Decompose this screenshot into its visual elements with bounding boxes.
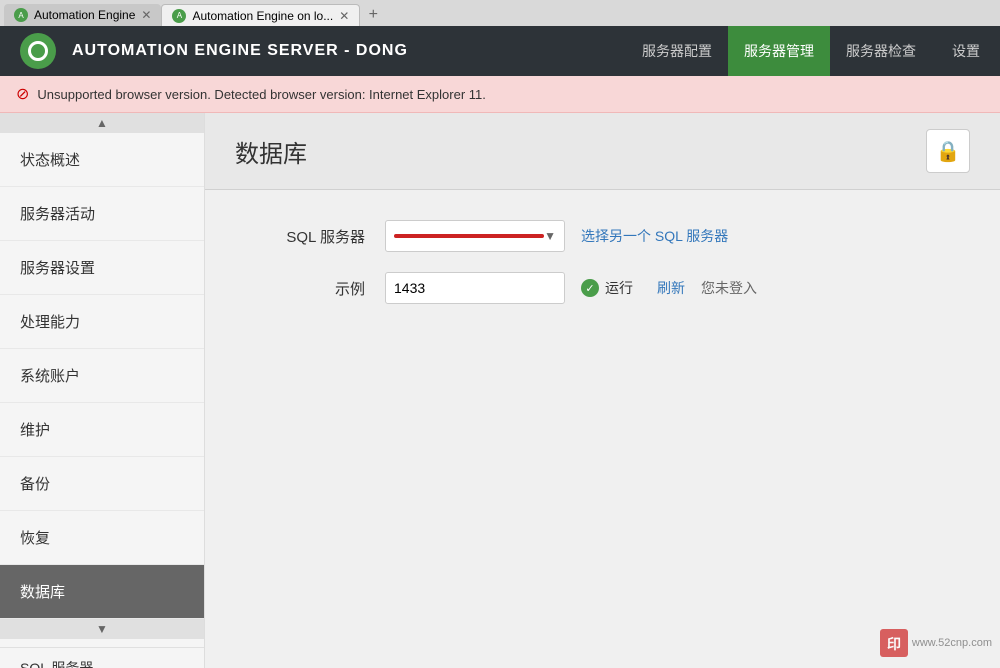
sql-server-control: ▼ 选择另一个 SQL 服务器	[385, 220, 728, 252]
main-layout: ▲ 状态概述 服务器活动 服务器设置 处理能力 系统账户 维护 备份 恢复 数据…	[0, 113, 1000, 668]
browser-tab-1[interactable]: A Automation Engine ✕	[4, 4, 161, 26]
tab1-label: Automation Engine	[34, 8, 135, 22]
instance-input[interactable]	[385, 272, 565, 304]
sidebar: ▲ 状态概述 服务器活动 服务器设置 处理能力 系统账户 维护 备份 恢复 数据…	[0, 113, 205, 668]
content-title: 数据库	[235, 134, 307, 169]
new-tab-button[interactable]: +	[360, 4, 386, 26]
form-area: SQL 服务器 ▼ 选择另一个 SQL 服务器 示例 ✓ 运行	[205, 190, 1000, 354]
app-logo	[20, 33, 56, 69]
svg-text:印: 印	[887, 636, 901, 652]
running-label: 运行	[605, 278, 633, 298]
app-title: AUTOMATION ENGINE SERVER - DONG	[72, 42, 626, 60]
browser-tab-2[interactable]: A Automation Engine on lo... ✕	[161, 4, 360, 26]
lock-button[interactable]: 🔒	[926, 129, 970, 173]
sql-server-row: SQL 服务器 ▼ 选择另一个 SQL 服务器	[245, 220, 960, 252]
watermark: 印 www.52cnp.com	[880, 629, 992, 657]
nav-item-server-check[interactable]: 服务器检查	[830, 26, 932, 76]
sql-server-select-value	[394, 234, 544, 238]
sidebar-scroll-down[interactable]: ▼	[0, 619, 204, 639]
tab2-close[interactable]: ✕	[339, 9, 349, 23]
sidebar-scroll-up[interactable]: ▲	[0, 113, 204, 133]
watermark-logo-icon: 印	[880, 629, 908, 657]
status-running: ✓ 运行	[581, 278, 633, 298]
instance-label: 示例	[245, 278, 365, 299]
nav-item-server-mgmt[interactable]: 服务器管理	[728, 26, 830, 76]
tab2-label: Automation Engine on lo...	[192, 9, 333, 23]
sidebar-item-server-settings[interactable]: 服务器设置	[0, 241, 204, 295]
refresh-button[interactable]: 刷新	[657, 278, 685, 298]
tab1-close[interactable]: ✕	[141, 8, 151, 22]
sidebar-item-backup[interactable]: 备份	[0, 457, 204, 511]
app-logo-inner	[28, 41, 48, 61]
sidebar-item-system-accounts[interactable]: 系统账户	[0, 349, 204, 403]
nav-item-server-config[interactable]: 服务器配置	[626, 26, 728, 76]
content-header: 数据库 🔒	[205, 113, 1000, 190]
instance-row: 示例 ✓ 运行 刷新 您未登入	[245, 272, 960, 304]
watermark-url: www.52cnp.com	[912, 637, 992, 649]
sidebar-item-server-activity[interactable]: 服务器活动	[0, 187, 204, 241]
browser-tabs: A Automation Engine ✕ A Automation Engin…	[0, 0, 1000, 26]
sidebar-item-restore[interactable]: 恢复	[0, 511, 204, 565]
select-arrow-icon: ▼	[544, 229, 556, 243]
top-navbar: AUTOMATION ENGINE SERVER - DONG 服务器配置 服务…	[0, 26, 1000, 76]
tab2-icon: A	[172, 9, 186, 23]
content-area: 数据库 🔒 SQL 服务器 ▼ 选择另一个 SQL 服务器 示例	[205, 113, 1000, 668]
sidebar-item-maintenance[interactable]: 维护	[0, 403, 204, 457]
sql-server-label: SQL 服务器	[245, 226, 365, 247]
settings-button[interactable]: 设置	[952, 41, 980, 61]
warning-icon: ⊘	[16, 84, 29, 104]
sidebar-item-status-overview[interactable]: 状态概述	[0, 133, 204, 187]
running-check-icon: ✓	[581, 279, 599, 297]
sql-server-select[interactable]: ▼	[385, 220, 565, 252]
instance-control: ✓ 运行 刷新 您未登入	[385, 272, 797, 304]
sidebar-item-database[interactable]: 数据库	[0, 565, 204, 619]
sidebar-item-processing-capacity[interactable]: 处理能力	[0, 295, 204, 349]
tab1-icon: A	[14, 8, 28, 22]
lock-icon: 🔒	[936, 139, 961, 164]
select-another-sql-server-link[interactable]: 选择另一个 SQL 服务器	[581, 226, 728, 246]
warning-message: Unsupported browser version. Detected br…	[37, 87, 485, 102]
warning-banner: ⊘ Unsupported browser version. Detected …	[0, 76, 1000, 113]
nav-items: 服务器配置 服务器管理 服务器检查	[626, 26, 932, 76]
not-logged-in-label: 您未登入	[701, 278, 797, 298]
